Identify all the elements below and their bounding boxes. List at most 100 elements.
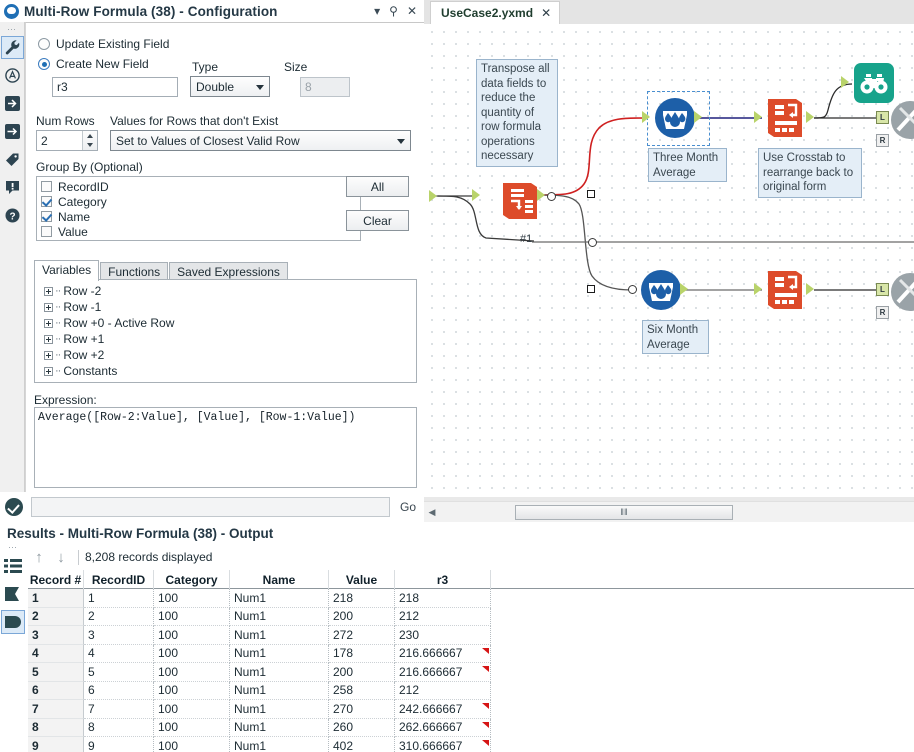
tree-item-row-minus-2[interactable]: ·· Row -2 <box>35 283 416 299</box>
checkbox-icon[interactable] <box>41 181 52 192</box>
browse-input-port[interactable] <box>841 76 849 88</box>
select-all-button[interactable]: All <box>346 176 409 197</box>
table-row[interactable]: 6 6 100 Num1 258 212 <box>28 681 914 700</box>
table-cell[interactable]: 7 <box>84 700 154 719</box>
table-cell[interactable]: 242.666667 <box>395 700 491 719</box>
table-cell[interactable]: 272 <box>329 626 395 645</box>
join-left-port[interactable]: L <box>876 111 889 124</box>
crosstab-input-port[interactable] <box>754 111 762 123</box>
table-cell[interactable]: 216.666667 <box>395 663 491 682</box>
table-cell[interactable]: Num1 <box>230 700 329 719</box>
checkbox-icon[interactable] <box>41 211 52 222</box>
table-cell[interactable]: 402 <box>329 737 395 752</box>
tree-item-constants[interactable]: ·· Constants <box>35 363 416 379</box>
column-header-category[interactable]: Category <box>154 570 230 589</box>
column-header-record-number[interactable]: Record # <box>28 570 84 589</box>
expression-editor[interactable]: Average([Row-2:Value], [Value], [Row-1:V… <box>34 407 417 488</box>
table-row[interactable]: 3 3 100 Num1 272 230 <box>28 626 914 645</box>
table-cell[interactable]: 230 <box>395 626 491 645</box>
results-filter-icon[interactable] <box>1 582 25 606</box>
tree-item-row-plus-2[interactable]: ·· Row +2 <box>35 347 416 363</box>
type-select[interactable]: Double <box>190 76 270 97</box>
table-cell[interactable]: 218 <box>329 589 395 608</box>
table-cell[interactable]: 100 <box>154 607 230 626</box>
table-cell[interactable]: 100 <box>154 644 230 663</box>
close-icon[interactable]: ✕ <box>407 5 417 17</box>
mrf-input-port[interactable] <box>642 111 650 123</box>
wire-junction[interactable] <box>547 192 556 201</box>
table-cell[interactable]: 2 <box>84 607 154 626</box>
table-cell[interactable]: 260 <box>329 718 395 737</box>
table-cell[interactable]: 6 <box>84 681 154 700</box>
outgoing-connection-icon[interactable] <box>1 120 24 143</box>
column-header-value[interactable]: Value <box>329 570 395 589</box>
tab-variables[interactable]: Variables <box>34 260 100 281</box>
table-cell[interactable]: 3 <box>28 626 84 645</box>
table-cell[interactable]: 100 <box>154 626 230 645</box>
wire-junction-mid[interactable] <box>588 238 597 247</box>
table-row[interactable]: 1 1 100 Num1 218 218 <box>28 589 914 608</box>
table-cell[interactable]: 9 <box>28 737 84 752</box>
canvas-incoming-port[interactable] <box>429 190 437 202</box>
annotation-crosstab[interactable]: Use Crosstab to rearrange back to origin… <box>758 148 862 198</box>
chevron-down-icon[interactable]: ▾ <box>374 5 380 17</box>
table-cell[interactable]: 310.666667 <box>395 737 491 752</box>
table-cell[interactable]: 200 <box>329 663 395 682</box>
table-cell[interactable]: 5 <box>28 663 84 682</box>
messages-icon[interactable] <box>1 176 24 199</box>
table-cell[interactable]: 5 <box>84 663 154 682</box>
table-cell[interactable]: 3 <box>84 626 154 645</box>
table-cell[interactable]: Num1 <box>230 663 329 682</box>
expand-plus-icon[interactable] <box>44 334 53 344</box>
wire-junction-six[interactable] <box>628 285 637 294</box>
column-header-name[interactable]: Name <box>230 570 329 589</box>
column-header-recordid[interactable]: RecordID <box>84 570 154 589</box>
expand-plus-icon[interactable] <box>44 318 53 328</box>
table-row[interactable]: 8 8 100 Num1 260 262.666667 <box>28 718 914 737</box>
results-list-icon[interactable] <box>1 554 25 578</box>
annotation-icon[interactable] <box>1 64 24 87</box>
group-by-item-recordid[interactable]: RecordID <box>37 179 360 194</box>
table-row[interactable]: 2 2 100 Num1 200 212 <box>28 607 914 626</box>
scrollbar-thumb[interactable]: ‖‖ <box>515 504 733 520</box>
table-cell[interactable]: 270 <box>329 700 395 719</box>
workflow-canvas[interactable]: Transpose all data fields to reduce the … <box>424 24 914 497</box>
wire-handle-upper[interactable] <box>587 190 595 198</box>
table-cell[interactable]: Num1 <box>230 589 329 608</box>
transpose-output-port[interactable] <box>537 189 545 201</box>
canvas-horizontal-scrollbar[interactable]: ◀ ‖‖ <box>424 501 914 522</box>
expand-plus-icon[interactable] <box>44 302 53 312</box>
help-icon[interactable]: ? <box>1 204 24 227</box>
group-by-item-name[interactable]: Name <box>37 209 360 224</box>
create-new-field-radio[interactable]: Create New Field <box>38 55 149 73</box>
clear-selection-button[interactable]: Clear <box>346 210 409 231</box>
annotation-six-month[interactable]: Six Month Average <box>642 320 709 354</box>
table-cell[interactable]: 178 <box>329 644 395 663</box>
table-cell[interactable]: 216.666667 <box>395 644 491 663</box>
crosstab-output-port[interactable] <box>806 283 814 295</box>
table-row[interactable]: 4 4 100 Num1 178 216.666667 <box>28 644 914 663</box>
scroll-down-button[interactable]: ↓ <box>50 550 72 565</box>
expand-plus-icon[interactable] <box>44 350 53 360</box>
transpose-input-port[interactable] <box>472 189 480 201</box>
expand-plus-icon[interactable] <box>44 286 53 296</box>
tree-item-row-plus-1[interactable]: ·· Row +1 <box>35 331 416 347</box>
scroll-left-icon[interactable]: ◀ <box>424 507 440 518</box>
table-cell[interactable]: 7 <box>28 700 84 719</box>
join-left-port[interactable]: L <box>876 283 889 296</box>
expand-plus-icon[interactable] <box>44 366 53 376</box>
table-cell[interactable]: 100 <box>154 681 230 700</box>
table-cell[interactable]: Num1 <box>230 737 329 752</box>
group-by-field-list[interactable]: RecordID Category Name Value <box>36 176 361 241</box>
table-cell[interactable]: 8 <box>84 718 154 737</box>
crosstab-input-port[interactable] <box>754 283 762 295</box>
table-cell[interactable]: Num1 <box>230 607 329 626</box>
table-cell[interactable]: 4 <box>28 644 84 663</box>
size-input[interactable]: 8 <box>300 77 350 97</box>
annotation-transpose[interactable]: Transpose all data fields to reduce the … <box>476 59 558 167</box>
table-cell[interactable]: 1 <box>84 589 154 608</box>
tree-item-row-minus-1[interactable]: ·· Row -1 <box>35 299 416 315</box>
checkbox-icon[interactable] <box>41 226 52 237</box>
join-right-port[interactable]: R <box>876 306 889 319</box>
scroll-up-button[interactable]: ↑ <box>28 550 50 565</box>
